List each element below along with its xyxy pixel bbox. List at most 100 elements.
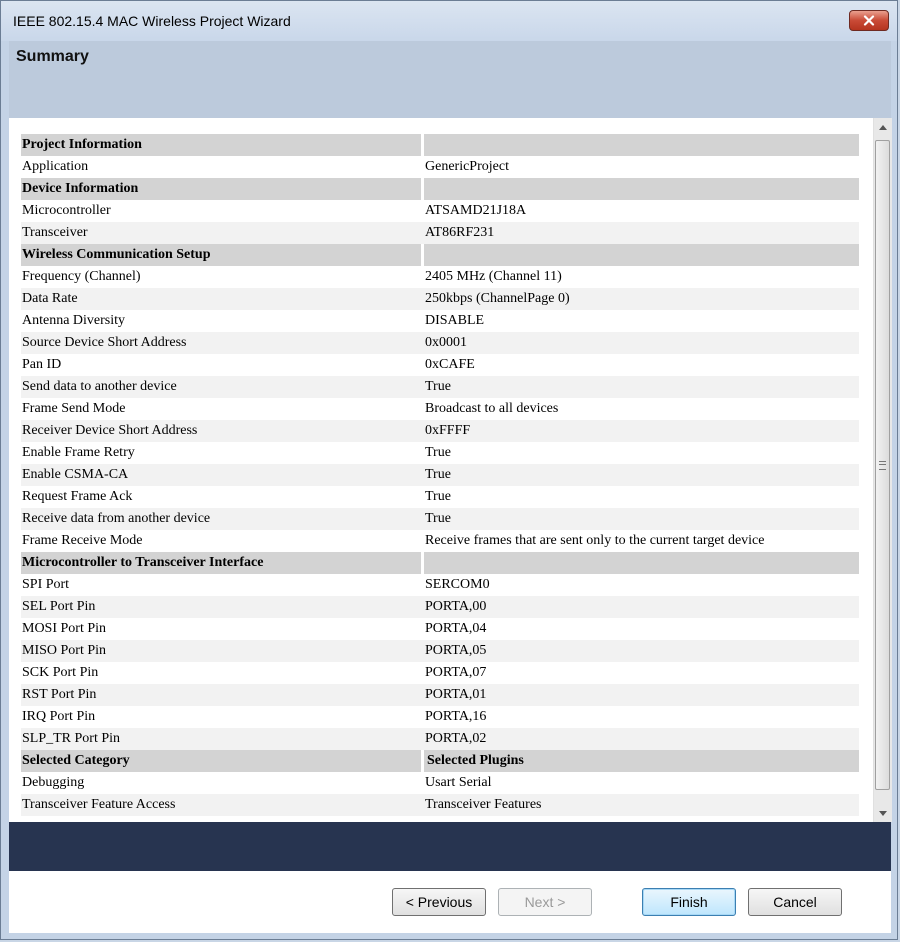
- setting-value: PORTA,05: [425, 643, 487, 658]
- setting-value: Receive frames that are sent only to the…: [425, 533, 765, 548]
- section-title: Wireless Communication Setup: [21, 244, 420, 266]
- setting-value: True: [425, 379, 451, 394]
- previous-button[interactable]: < Previous: [392, 888, 486, 916]
- setting-value: Transceiver Features: [425, 797, 542, 812]
- next-button[interactable]: Next >: [498, 888, 592, 916]
- setting-value: 250kbps (ChannelPage 0): [425, 291, 570, 306]
- setting-value: DISABLE: [425, 313, 485, 328]
- setting-name: Microcontroller: [22, 203, 111, 218]
- setting-value: 0x0001: [425, 335, 467, 350]
- section-header-row: Selected Category Selected Plugins: [21, 750, 859, 772]
- summary-row: MISO Port Pin PORTA,05: [21, 640, 859, 662]
- setting-value: PORTA,01: [425, 687, 487, 702]
- summary-row: Transceiver AT86RF231: [21, 222, 859, 244]
- summary-row: MOSI Port Pin PORTA,04: [21, 618, 859, 640]
- setting-name: Send data to another device: [22, 379, 177, 394]
- setting-value: True: [425, 467, 451, 482]
- setting-name: SCK Port Pin: [22, 665, 99, 680]
- window-title: IEEE 802.15.4 MAC Wireless Project Wizar…: [13, 13, 291, 29]
- close-button[interactable]: [849, 10, 889, 31]
- summary-row: Receive data from another device True: [21, 508, 859, 530]
- section-title: Project Information: [21, 134, 420, 156]
- cancel-button[interactable]: Cancel: [748, 888, 842, 916]
- summary-row: Frame Receive Mode Receive frames that ar…: [21, 530, 859, 552]
- section-title: Selected Category: [21, 750, 420, 772]
- setting-name: IRQ Port Pin: [22, 709, 96, 724]
- section-header-row: Wireless Communication Setup: [21, 244, 859, 266]
- button-area: < Previous Next > Finish Cancel: [9, 871, 891, 933]
- summary-row: Frame Send Mode Broadcast to all devices: [21, 398, 859, 420]
- setting-name: Source Device Short Address: [22, 335, 187, 350]
- setting-name: Receive data from another device: [22, 511, 211, 526]
- setting-name: SPI Port: [22, 577, 70, 592]
- setting-value: 0xCAFE: [425, 357, 475, 372]
- section-value: Selected Plugins: [421, 750, 859, 772]
- setting-name: Request Frame Ack: [22, 489, 133, 504]
- setting-value: True: [425, 489, 451, 504]
- summary-row: SLP_TR Port Pin PORTA,02: [21, 728, 859, 750]
- footer-bar: [9, 822, 891, 871]
- vertical-scrollbar[interactable]: [873, 118, 892, 822]
- section-value: [421, 134, 859, 156]
- setting-value: PORTA,00: [425, 599, 487, 614]
- summary-row: SCK Port Pin PORTA,07: [21, 662, 859, 684]
- scroll-down-arrow-icon: [879, 810, 887, 816]
- setting-value: PORTA,04: [425, 621, 487, 636]
- setting-name: Enable Frame Retry: [22, 445, 135, 460]
- summary-row: Microcontroller ATSAMD21J18A: [21, 200, 859, 222]
- summary-row: Data Rate 250kbps (ChannelPage 0): [21, 288, 859, 310]
- page-title: Summary: [16, 48, 89, 65]
- setting-value: True: [425, 445, 451, 460]
- summary-row: Send data to another device True: [21, 376, 859, 398]
- setting-value: AT86RF231: [425, 225, 495, 240]
- section-value: [421, 552, 859, 574]
- summary-row: SPI Port SERCOM0: [21, 574, 859, 596]
- summary-row: SEL Port Pin PORTA,00: [21, 596, 859, 618]
- setting-name: Data Rate: [22, 291, 78, 306]
- summary-row: RST Port Pin PORTA,01: [21, 684, 859, 706]
- setting-value: PORTA,02: [425, 731, 487, 746]
- setting-value: Broadcast to all devices: [425, 401, 559, 416]
- setting-name: Transceiver: [22, 225, 88, 240]
- setting-name: Antenna Diversity: [22, 313, 126, 328]
- section-header-row: Microcontroller to Transceiver Interface: [21, 552, 859, 574]
- wizard-window: IEEE 802.15.4 MAC Wireless Project Wizar…: [0, 0, 898, 940]
- summary-row: Enable Frame Retry True: [21, 442, 859, 464]
- scroll-thumb[interactable]: [875, 140, 890, 790]
- setting-name: Frame Send Mode: [22, 401, 126, 416]
- summary-table: Project Information Application GenericPro…: [21, 134, 859, 816]
- grip-icon: [879, 460, 886, 470]
- section-title: Microcontroller to Transceiver Interface: [21, 552, 420, 574]
- summary-row: IRQ Port Pin PORTA,16: [21, 706, 859, 728]
- summary-row: Debugging Usart Serial: [21, 772, 859, 794]
- setting-value: PORTA,16: [425, 709, 487, 724]
- setting-value: ATSAMD21J18A: [425, 203, 527, 218]
- section-value: [421, 178, 859, 200]
- setting-name: RST Port Pin: [22, 687, 97, 702]
- summary-row: Frequency (Channel) 2405 MHz (Channel 11): [21, 266, 859, 288]
- setting-value: SERCOM0: [425, 577, 490, 592]
- summary-row: Application GenericProject: [21, 156, 859, 178]
- setting-value: Usart Serial: [425, 775, 492, 790]
- setting-name: Application: [22, 159, 89, 174]
- setting-name: Frame Receive Mode: [22, 533, 143, 548]
- setting-name: Pan ID: [22, 357, 62, 372]
- setting-name: Frequency (Channel): [22, 269, 141, 284]
- section-header-row: Device Information: [21, 178, 859, 200]
- setting-name: Debugging: [22, 775, 85, 790]
- setting-value: PORTA,07: [425, 665, 487, 680]
- setting-name: SLP_TR Port Pin: [22, 731, 121, 746]
- section-title: Device Information: [21, 178, 420, 200]
- close-icon: [863, 15, 875, 26]
- scroll-down-button[interactable]: [874, 804, 892, 822]
- setting-value: 2405 MHz (Channel 11): [425, 269, 562, 284]
- setting-value: 0xFFFF: [425, 423, 471, 438]
- summary-row: Transceiver Feature Access Transceiver Fe…: [21, 794, 859, 816]
- section-header-row: Project Information: [21, 134, 859, 156]
- setting-name: MOSI Port Pin: [22, 621, 107, 636]
- summary-row: Receiver Device Short Address 0xFFFF: [21, 420, 859, 442]
- scroll-up-button[interactable]: [874, 118, 892, 136]
- scroll-up-arrow-icon: [879, 124, 887, 130]
- finish-button[interactable]: Finish: [642, 888, 736, 916]
- setting-name: Transceiver Feature Access: [22, 797, 176, 812]
